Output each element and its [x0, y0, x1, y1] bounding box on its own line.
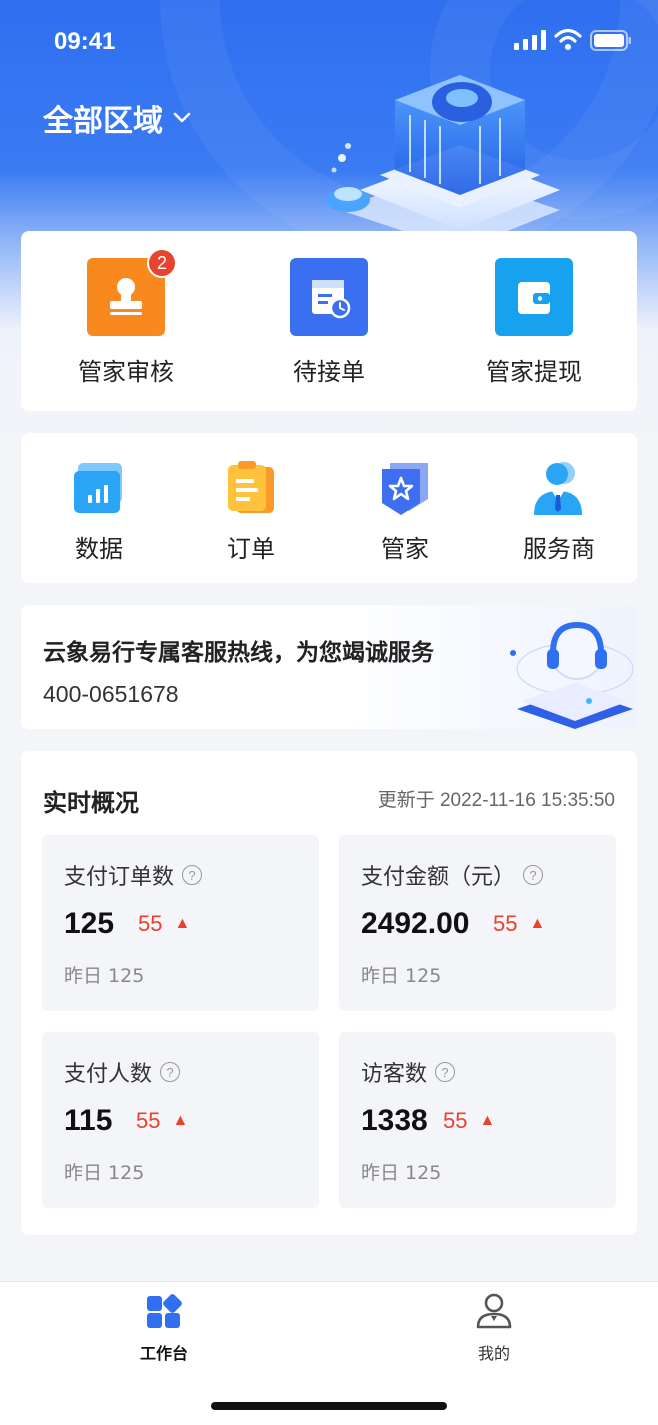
business-person-icon	[534, 462, 582, 515]
stat-paid-orders[interactable]: 支付订单数 ? 125 55 ▲ 昨日 125	[42, 835, 319, 1011]
stat-paying-users[interactable]: 支付人数 ? 115 55 ▲ 昨日 125	[42, 1032, 319, 1208]
wifi-icon	[554, 28, 582, 50]
stamp-icon: 2	[87, 248, 177, 336]
stat-value: 2492.00	[361, 907, 470, 940]
bar-chart-icon	[74, 463, 122, 513]
home-indicator	[211, 1402, 447, 1410]
stat-label: 支付金额（元）	[361, 865, 516, 890]
stat-label: 支付人数	[64, 1062, 153, 1087]
headset-icon	[510, 621, 634, 729]
arrow-up-icon: ▲	[172, 1112, 189, 1129]
wallet-icon	[495, 258, 573, 336]
stat-delta: 55 ▲	[443, 1108, 495, 1134]
stat-delta: 55 ▲	[136, 1108, 188, 1134]
status-bar: 09:41	[0, 0, 658, 84]
help-icon[interactable]: ?	[435, 1062, 456, 1082]
quick-actions-card: 2 管家审核 待接单 管家提现	[21, 231, 637, 411]
stat-delta-value: 55	[443, 1108, 468, 1133]
stat-value: 125	[64, 907, 115, 940]
arrow-up-icon: ▲	[479, 1112, 496, 1129]
tab-mine[interactable]: 我的	[434, 1292, 554, 1364]
help-icon[interactable]: ?	[160, 1062, 181, 1082]
realtime-overview-card: 实时概况 更新于 2022-11-16 15:35:50 支付订单数 ? 125…	[21, 751, 637, 1235]
quick-action-label: 管家提现	[486, 358, 582, 386]
region-selector[interactable]: 全部区域	[43, 96, 191, 140]
tab-workbench[interactable]: 工作台	[104, 1292, 224, 1364]
stat-label: 支付订单数	[64, 865, 175, 890]
stat-delta: 55 ▲	[138, 911, 190, 937]
quick-action-review[interactable]: 2 管家审核	[51, 248, 201, 387]
notification-badge: 2	[147, 248, 177, 278]
region-label: 全部区域	[43, 104, 163, 139]
star-shield-icon	[382, 463, 428, 515]
stat-delta-value: 55	[493, 911, 518, 936]
nav-item-label: 订单	[227, 535, 275, 563]
cellular-signal-icon	[514, 30, 546, 50]
status-time: 09:41	[54, 28, 116, 55]
clipboard-icon	[228, 461, 274, 513]
nav-item-label: 数据	[75, 535, 123, 563]
pending-order-icon	[290, 258, 368, 336]
quick-action-pending-orders[interactable]: 待接单	[254, 258, 404, 387]
stat-yesterday: 昨日 125	[361, 1162, 442, 1184]
nav-item-providers[interactable]: 服务商	[499, 459, 619, 564]
quick-action-label: 待接单	[293, 358, 365, 386]
chevron-down-icon	[173, 112, 191, 123]
stat-delta-value: 55	[136, 1108, 161, 1133]
hotline-title: 云象易行专属客服热线，为您竭诚服务	[43, 640, 434, 666]
nav-item-label: 管家	[381, 535, 429, 563]
nav-item-orders[interactable]: 订单	[191, 459, 311, 564]
stat-value: 1338	[361, 1104, 428, 1137]
stat-value: 115	[64, 1104, 113, 1137]
tab-label: 我的	[477, 1344, 510, 1363]
overview-title: 实时概况	[43, 789, 139, 817]
quick-action-label: 管家审核	[78, 358, 174, 386]
overview-updated-time: 更新于 2022-11-16 15:35:50	[377, 790, 615, 811]
tab-label: 工作台	[139, 1344, 188, 1363]
stat-visitors[interactable]: 访客数 ? 1338 55 ▲ 昨日 125	[339, 1032, 616, 1208]
stat-yesterday: 昨日 125	[64, 965, 145, 987]
stat-yesterday: 昨日 125	[361, 965, 442, 987]
service-hotline-card[interactable]: 云象易行专属客服热线，为您竭诚服务 400-0651678	[21, 605, 637, 729]
stat-paid-amount[interactable]: 支付金额（元） ? 2492.00 55 ▲ 昨日 125	[339, 835, 616, 1011]
battery-icon	[590, 30, 631, 51]
quick-action-withdraw[interactable]: 管家提现	[459, 258, 609, 387]
arrow-up-icon: ▲	[174, 915, 191, 932]
feature-nav-card: 数据 订单 管家 服务商	[21, 433, 637, 583]
building-illustration	[326, 75, 560, 240]
user-icon	[476, 1293, 512, 1329]
hotline-phone[interactable]: 400-0651678	[43, 681, 179, 708]
nav-item-label: 服务商	[523, 535, 595, 563]
nav-item-data[interactable]: 数据	[39, 459, 159, 564]
nav-item-butler[interactable]: 管家	[345, 459, 465, 564]
arrow-up-icon: ▲	[529, 915, 546, 932]
help-icon[interactable]: ?	[523, 865, 544, 885]
workbench-icon	[147, 1294, 182, 1328]
stat-delta: 55 ▲	[493, 911, 545, 937]
stat-label: 访客数	[361, 1062, 428, 1087]
stat-yesterday: 昨日 125	[64, 1162, 145, 1184]
help-icon[interactable]: ?	[182, 865, 203, 885]
stat-delta-value: 55	[138, 911, 163, 936]
